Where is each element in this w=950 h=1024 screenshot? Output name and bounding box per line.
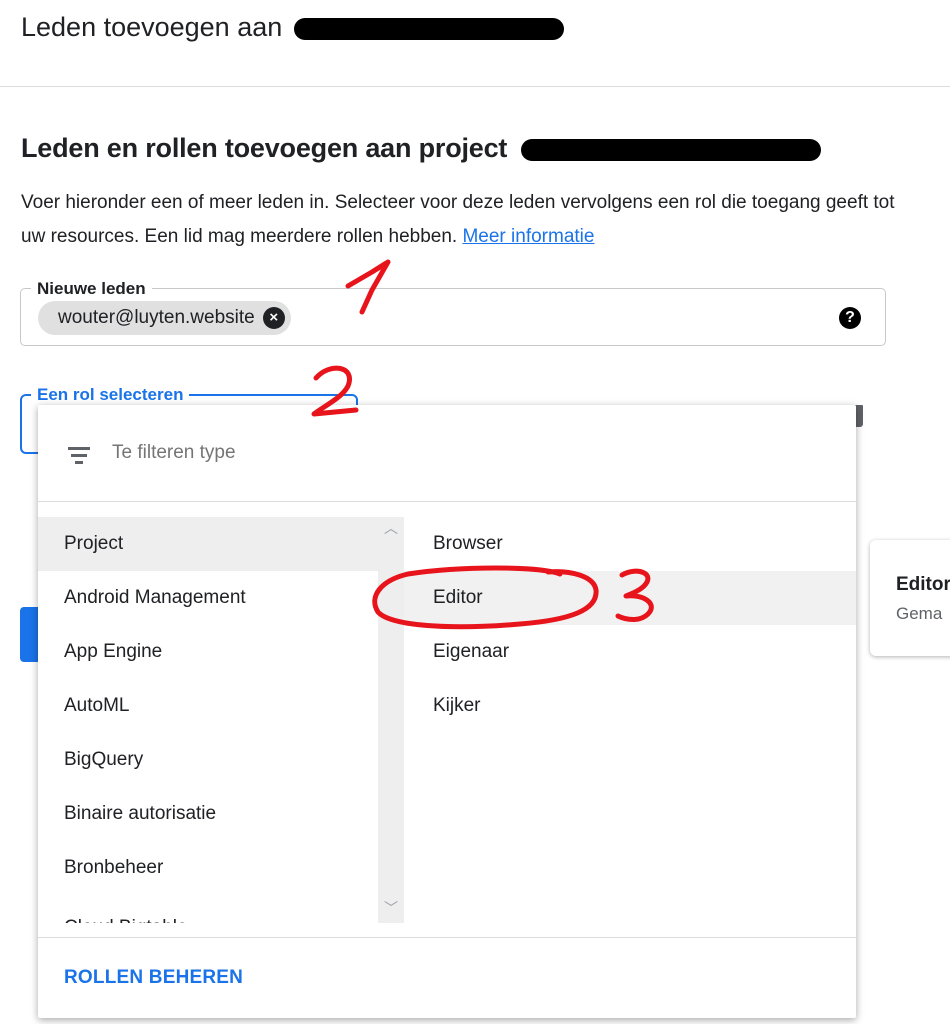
role-item[interactable]: Kijker	[404, 679, 856, 733]
more-info-link[interactable]: Meer informatie	[462, 226, 594, 247]
help-icon[interactable]: ?	[839, 307, 861, 329]
category-scrollbar[interactable]: ︿ ﹀	[378, 517, 404, 923]
member-chip-label: wouter@luyten.website	[58, 307, 255, 328]
role-item[interactable]: Eigenaar	[404, 625, 856, 679]
chevron-up-icon[interactable]: ︿	[384, 521, 398, 535]
chevron-down-icon[interactable]: ﹀	[384, 901, 398, 915]
filter-icon	[68, 447, 90, 465]
redacted-project-name	[293, 17, 564, 40]
close-icon[interactable]: ×	[262, 307, 285, 329]
category-list: Project Android Management App Engine Au…	[38, 517, 378, 923]
filter-input[interactable]	[110, 441, 514, 465]
category-item[interactable]: Binaire autorisatie	[38, 787, 378, 841]
category-item[interactable]: Cloud Bigtable	[38, 901, 378, 923]
roles-list: Browser Editor Eigenaar Kijker	[404, 517, 856, 923]
role-card-title: Editor	[896, 574, 950, 595]
category-item[interactable]: AutoML	[38, 679, 378, 733]
save-button[interactable]	[20, 607, 40, 662]
manage-roles-button[interactable]: ROLLEN BEHEREN	[64, 967, 243, 989]
redacted-project-id	[520, 138, 821, 161]
new-members-label: Nieuwe leden	[31, 279, 152, 299]
role-item[interactable]: Editor	[404, 571, 856, 625]
category-item[interactable]: App Engine	[38, 625, 378, 679]
role-description-card: Editor Gema	[870, 540, 950, 656]
role-select-label: Een rol selecteren	[31, 385, 190, 405]
role-card-description: Gema	[896, 604, 943, 623]
page-title: Leden toevoegen aan	[21, 12, 564, 43]
member-chip[interactable]: wouter@luyten.website ×	[38, 301, 291, 335]
role-dropdown-menu: Project Android Management App Engine Au…	[38, 405, 856, 1018]
header-divider	[0, 86, 950, 87]
category-item[interactable]: Bronbeheer	[38, 841, 378, 895]
category-item[interactable]: Android Management	[38, 571, 378, 625]
category-item[interactable]: BigQuery	[38, 733, 378, 787]
filter-bar	[38, 405, 856, 501]
menu-bottom-divider	[38, 937, 856, 938]
section-heading: Leden en rollen toevoegen aan project	[21, 133, 821, 164]
filter-divider	[38, 501, 856, 502]
category-item[interactable]: Project	[38, 517, 378, 571]
role-item[interactable]: Browser	[404, 517, 856, 571]
description-text: Voer hieronder een of meer leden in. Sel…	[21, 192, 895, 247]
